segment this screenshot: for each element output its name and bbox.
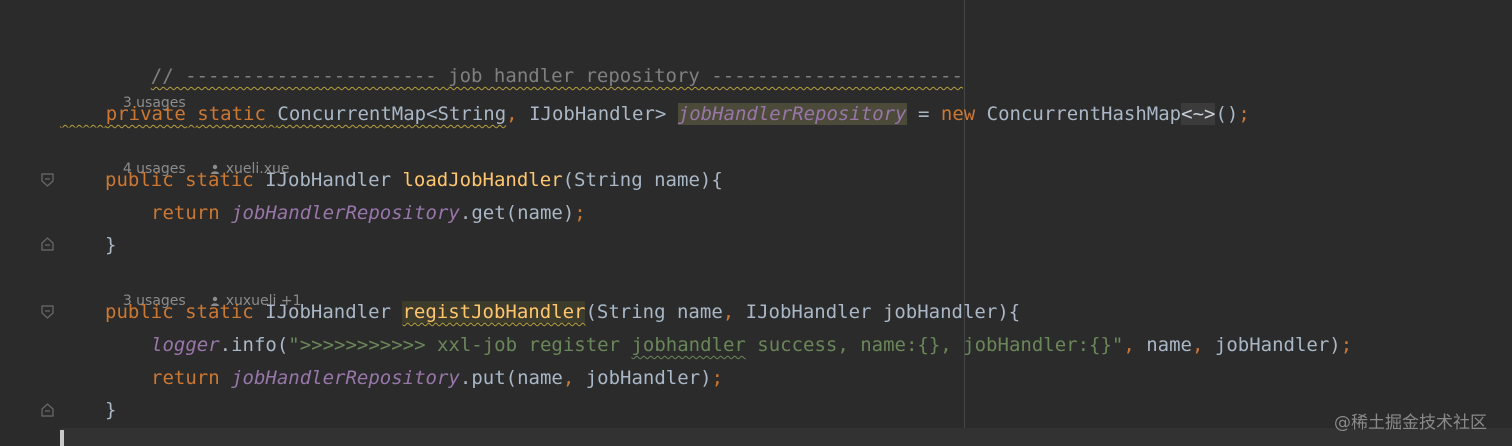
method-name-regist[interactable]: registJobHandler bbox=[402, 301, 586, 323]
return-type: IJobHandler bbox=[253, 169, 403, 191]
type-concurrent-hashmap: ConcurrentHashMap bbox=[975, 103, 1182, 125]
code-editor[interactable]: // ---------------------- job handler re… bbox=[0, 0, 1512, 446]
fold-start-icon[interactable] bbox=[41, 173, 54, 187]
field-job-handler-repository[interactable]: jobHandlerRepository bbox=[677, 103, 907, 125]
method-params: IJobHandler jobHandler){ bbox=[734, 301, 1021, 323]
code-line-load-method[interactable]: public static IJobHandler loadJobHandler… bbox=[105, 166, 723, 194]
string-literal: success, name:{}, jobHandler:{}" bbox=[745, 334, 1124, 356]
code-line-close-brace[interactable]: } bbox=[105, 396, 116, 424]
field-job-handler-repository[interactable]: jobHandlerRepository bbox=[231, 367, 460, 389]
code-line-close-brace[interactable]: } bbox=[105, 231, 116, 259]
semicolon: ; bbox=[711, 367, 724, 389]
field-job-handler-repository[interactable]: jobHandlerRepository bbox=[231, 202, 460, 224]
type-concurrent-map: ConcurrentMap<String bbox=[277, 103, 507, 125]
type-ijobhandler: IJobHandler> bbox=[517, 103, 678, 125]
method-params: (String name bbox=[585, 301, 723, 323]
semicolon: ; bbox=[1340, 334, 1353, 356]
keyword-private: private bbox=[105, 103, 186, 125]
keyword-static: static bbox=[197, 103, 266, 125]
assign-operator: = bbox=[906, 103, 941, 125]
code-line-logger[interactable]: logger.info(">>>>>>>>>>> xxl-job registe… bbox=[151, 331, 1352, 359]
code-line-field-declaration[interactable]: private static ConcurrentMap<String, IJo… bbox=[60, 100, 1250, 128]
keyword-static: static bbox=[185, 301, 254, 323]
code-line-put[interactable]: return jobHandlerRepository.put(name, jo… bbox=[151, 364, 723, 392]
method-params: (String name){ bbox=[562, 169, 723, 191]
current-line-highlight bbox=[60, 428, 1512, 446]
watermark-text: @稀土掘金技术社区 bbox=[1334, 413, 1487, 433]
comma: , bbox=[506, 103, 518, 125]
comma: , bbox=[1123, 334, 1135, 356]
close-brace: } bbox=[105, 234, 117, 256]
string-literal-typo: jobhandler bbox=[631, 334, 746, 356]
usages-author-hint[interactable]: 3 usages xuxueli +1 bbox=[105, 268, 302, 309]
semicolon: ; bbox=[1238, 103, 1250, 125]
code-line-regist-method[interactable]: public static IJobHandler registJobHandl… bbox=[105, 298, 1020, 326]
argument-job-handler: jobHandler) bbox=[574, 367, 712, 389]
method-call-info: .info( bbox=[219, 334, 289, 356]
comma: , bbox=[562, 367, 575, 389]
argument-job-handler: jobHandler) bbox=[1203, 334, 1341, 356]
method-name-load[interactable]: loadJobHandler bbox=[402, 169, 562, 191]
string-literal: ">>>>>>>>>>> xxl-job register bbox=[288, 334, 632, 356]
diamond-operator[interactable]: <~> bbox=[1181, 103, 1216, 125]
fold-end-icon[interactable] bbox=[41, 403, 54, 417]
right-margin-guide bbox=[964, 0, 965, 446]
comment-text: // ---------------------- job handler re… bbox=[150, 65, 963, 87]
comma: , bbox=[722, 301, 735, 323]
close-brace: } bbox=[105, 399, 117, 421]
keyword-return: return bbox=[151, 367, 220, 389]
semicolon: ; bbox=[574, 202, 586, 224]
comma: , bbox=[1192, 334, 1204, 356]
code-line-load-body[interactable]: return jobHandlerRepository.get(name); bbox=[151, 199, 586, 227]
keyword-static: static bbox=[185, 169, 254, 191]
wavy-prefix bbox=[60, 103, 106, 125]
fold-start-icon[interactable] bbox=[41, 305, 54, 319]
code-line-comment[interactable]: // ---------------------- job handler re… bbox=[105, 34, 963, 87]
fold-end-icon[interactable] bbox=[41, 237, 54, 251]
ctor-parens: () bbox=[1215, 103, 1239, 125]
usages-hint[interactable]: 3 usages bbox=[105, 70, 186, 111]
usages-author-hint[interactable]: 4 usages xueli.xue bbox=[105, 136, 290, 177]
text-caret bbox=[60, 430, 64, 446]
field-logger[interactable]: logger bbox=[151, 334, 220, 356]
method-call-get: .get(name) bbox=[459, 202, 575, 224]
return-type: IJobHandler bbox=[253, 301, 403, 323]
keyword-new: new bbox=[940, 103, 976, 125]
keyword-public: public bbox=[105, 169, 174, 191]
keyword-public: public bbox=[105, 301, 174, 323]
argument-name: name bbox=[1134, 334, 1192, 356]
editor-gutter[interactable] bbox=[0, 0, 60, 446]
keyword-return: return bbox=[151, 202, 220, 224]
method-call-put: .put(name bbox=[459, 367, 563, 389]
